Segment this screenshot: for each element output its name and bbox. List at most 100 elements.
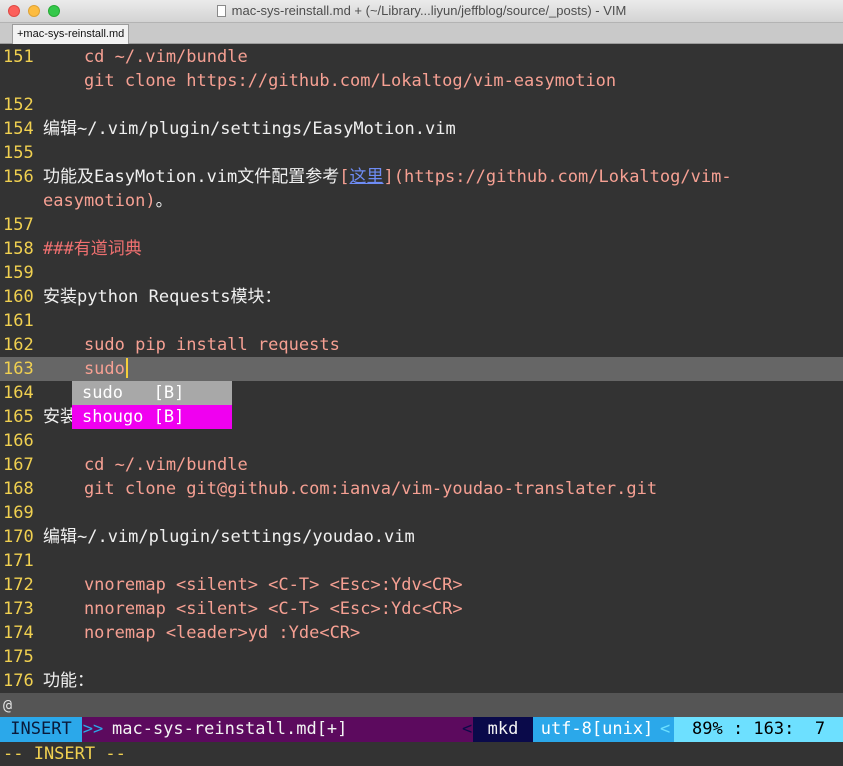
line-number: 173 bbox=[3, 599, 34, 619]
line-number: 159 bbox=[3, 263, 34, 283]
line-content: 功能： bbox=[43, 671, 94, 691]
line-text: 功能及EasyMotion.vim文件配置参考[这里](https://gith… bbox=[43, 165, 732, 189]
line-content: sudo bbox=[43, 359, 125, 379]
line-text: 编辑~/.vim/plugin/settings/youdao.vim bbox=[43, 525, 415, 549]
editor-line[interactable]: 175 bbox=[0, 645, 843, 669]
editor-line[interactable]: 155 bbox=[0, 141, 843, 165]
window-title: mac-sys-reinstall.md + (~/Library...liyu… bbox=[231, 3, 627, 18]
tab-mac-sys-reinstall[interactable]: +mac-sys-reinstall.md bbox=[12, 24, 130, 44]
line-text: 功能： bbox=[43, 669, 94, 693]
line-content: noremap <leader>yd :Yde<CR> bbox=[43, 623, 361, 643]
line-text: nnoremap <silent> <C-T> <Esc>:Ydc<CR> bbox=[43, 597, 463, 621]
editor-line[interactable]: 158 ###有道词典 bbox=[0, 237, 843, 261]
editor-area[interactable]: 151 cd ~/.vim/bundle git clone https://g… bbox=[0, 45, 843, 693]
editor-line[interactable]: 167 cd ~/.vim/bundle bbox=[0, 453, 843, 477]
markdown-link-text[interactable]: 这里 bbox=[350, 167, 384, 187]
editor-line[interactable]: 157 bbox=[0, 213, 843, 237]
completion-item-shougo[interactable]: shougo [B] bbox=[72, 405, 232, 429]
line-number: 167 bbox=[3, 455, 34, 475]
editor-line[interactable]: git clone https://github.com/Lokaltog/vi… bbox=[0, 69, 843, 93]
line-text: cd ~/.vim/bundle bbox=[43, 45, 248, 69]
editor-line[interactable]: 163 sudo bbox=[0, 357, 843, 381]
markdown-link-url: (https://github.com/Lokaltog/vim- bbox=[393, 167, 732, 187]
editor-line[interactable]: 174 noremap <leader>yd :Yde<CR> bbox=[0, 621, 843, 645]
editor-line[interactable]: 160 安装python Requests模块： bbox=[0, 285, 843, 309]
line-content: git clone git@github.com:ianva/vim-youda… bbox=[43, 479, 658, 499]
editor-line[interactable]: 176 功能： bbox=[0, 669, 843, 693]
completion-popup: sudo [B] shougo [B] bbox=[72, 381, 232, 429]
line-number: 168 bbox=[3, 479, 34, 499]
text-cursor bbox=[125, 358, 128, 378]
line-number: 171 bbox=[3, 551, 34, 571]
line-content: 编辑~/.vim/plugin/settings/youdao.vim bbox=[43, 527, 415, 547]
editor-line[interactable]: 159 bbox=[0, 261, 843, 285]
window-title-wrap: mac-sys-reinstall.md + (~/Library...liyu… bbox=[0, 0, 843, 22]
command-line[interactable]: -- INSERT -- bbox=[0, 742, 843, 766]
line-number: 172 bbox=[3, 575, 34, 595]
filler-line: @ bbox=[0, 693, 843, 717]
line-text-prefix: 功能及EasyMotion.vim文件配置参考 bbox=[43, 167, 340, 187]
status-filetype: mkd bbox=[473, 717, 533, 742]
editor-line[interactable]: 170 编辑~/.vim/plugin/settings/youdao.vim bbox=[0, 525, 843, 549]
separator-arrow-left-2: < bbox=[660, 717, 674, 742]
status-position: 89% : 163: 7 bbox=[674, 717, 843, 742]
editor-line[interactable]: 162 sudo pip install requests bbox=[0, 333, 843, 357]
line-number: 164 bbox=[3, 383, 34, 403]
line-text: git clone git@github.com:ianva/vim-youda… bbox=[43, 477, 657, 501]
line-number: 154 bbox=[3, 119, 34, 139]
status-line: INSERT >> mac-sys-reinstall.md[+] < mkd … bbox=[0, 717, 843, 742]
separator-arrow-right: >> bbox=[82, 719, 104, 739]
completion-item-sudo[interactable]: sudo [B] bbox=[72, 381, 232, 405]
line-text: noremap <leader>yd :Yde<CR> bbox=[43, 621, 360, 645]
editor-line[interactable]: 151 cd ~/.vim/bundle bbox=[0, 45, 843, 69]
line-content: 安装python Requests模块： bbox=[43, 287, 282, 307]
line-number: 175 bbox=[3, 647, 34, 667]
line-content: git clone https://github.com/Lokaltog/vi… bbox=[43, 71, 617, 91]
mode-indicator: INSERT bbox=[0, 717, 82, 742]
editor-line[interactable]: 161 bbox=[0, 309, 843, 333]
line-number: 151 bbox=[3, 47, 34, 67]
line-text: sudo pip install requests bbox=[43, 333, 340, 357]
editor-line[interactable]: 154 编辑~/.vim/plugin/settings/EasyMotion.v… bbox=[0, 117, 843, 141]
editor-line[interactable]: 166 bbox=[0, 429, 843, 453]
line-text: cd ~/.vim/bundle bbox=[43, 453, 248, 477]
line-text: git clone https://github.com/Lokaltog/vi… bbox=[43, 69, 616, 93]
link-bracket: ] bbox=[383, 167, 394, 187]
line-content: 编辑~/.vim/plugin/settings/EasyMotion.vim bbox=[43, 119, 456, 139]
editor-line[interactable]: easymotion)。 bbox=[0, 189, 843, 213]
line-number: 169 bbox=[3, 503, 34, 523]
line-content: ###有道词典 bbox=[43, 239, 142, 259]
line-text: sudo bbox=[43, 357, 128, 381]
title-bar[interactable]: mac-sys-reinstall.md + (~/Library...liyu… bbox=[0, 0, 843, 23]
line-number: 156 bbox=[3, 167, 34, 187]
editor-line[interactable]: 156 功能及EasyMotion.vim文件配置参考[这里](https://g… bbox=[0, 165, 843, 189]
line-number: 166 bbox=[3, 431, 34, 451]
line-text: vnoremap <silent> <C-T> <Esc>:Ydv<CR> bbox=[43, 573, 463, 597]
line-content: cd ~/.vim/bundle bbox=[43, 47, 248, 67]
line-text-tail: 。 bbox=[155, 191, 173, 211]
vim-window: mac-sys-reinstall.md + (~/Library...liyu… bbox=[0, 0, 843, 766]
editor-line[interactable]: 173 nnoremap <silent> <C-T> <Esc>:Ydc<CR… bbox=[0, 597, 843, 621]
editor-line[interactable]: 171 bbox=[0, 549, 843, 573]
line-text: 安装python Requests模块： bbox=[43, 285, 282, 309]
tab-bar: +mac-sys-reinstall.md bbox=[0, 23, 843, 44]
line-number: 155 bbox=[3, 143, 34, 163]
line-text: easymotion)。 bbox=[43, 189, 173, 213]
line-number: 176 bbox=[3, 671, 34, 691]
line-number: 157 bbox=[3, 215, 34, 235]
line-content: cd ~/.vim/bundle bbox=[43, 455, 248, 475]
line-number: 152 bbox=[3, 95, 34, 115]
document-icon bbox=[216, 5, 226, 17]
line-content: vnoremap <silent> <C-T> <Esc>:Ydv<CR> bbox=[43, 575, 463, 595]
line-number: 170 bbox=[3, 527, 34, 547]
status-filename: mac-sys-reinstall.md[+] bbox=[112, 719, 348, 739]
editor-line[interactable]: 168 git clone git@github.com:ianva/vim-y… bbox=[0, 477, 843, 501]
line-number: 162 bbox=[3, 335, 34, 355]
line-content: sudo pip install requests bbox=[43, 335, 340, 355]
editor-line[interactable]: 152 bbox=[0, 93, 843, 117]
editor-line[interactable]: 172 vnoremap <silent> <C-T> <Esc>:Ydv<CR… bbox=[0, 573, 843, 597]
line-text: 编辑~/.vim/plugin/settings/EasyMotion.vim bbox=[43, 117, 456, 141]
editor-line[interactable]: 169 bbox=[0, 501, 843, 525]
line-number: 161 bbox=[3, 311, 34, 331]
line-number: 165 bbox=[3, 407, 34, 427]
